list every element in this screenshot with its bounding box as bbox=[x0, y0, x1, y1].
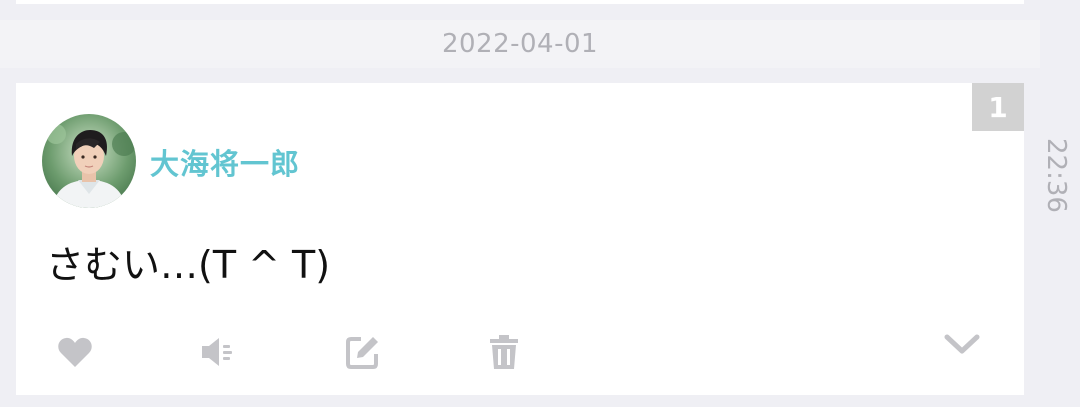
edit-icon bbox=[345, 334, 381, 374]
date-label: 2022-04-01 bbox=[441, 29, 599, 59]
delete-button[interactable] bbox=[482, 332, 526, 376]
heart-icon bbox=[57, 336, 93, 372]
like-button[interactable] bbox=[53, 332, 97, 376]
date-separator: 2022-04-01 bbox=[0, 20, 1040, 68]
chevron-down-icon bbox=[944, 333, 980, 361]
post-card[interactable]: 1 大海将一郎 さむい…(T ^ T) bbox=[16, 83, 1024, 395]
timeline-page: 2022-04-01 1 大海将一郎 さむい…(T ^ T) 22:36 bbox=[0, 0, 1080, 407]
post-text: さむい…(T ^ T) bbox=[46, 243, 331, 287]
post-number-badge: 1 bbox=[972, 83, 1024, 131]
expand-button[interactable] bbox=[940, 325, 984, 369]
previous-post-card bbox=[16, 0, 1024, 4]
speak-button[interactable] bbox=[196, 332, 240, 376]
edit-button[interactable] bbox=[341, 332, 385, 376]
avatar[interactable] bbox=[42, 114, 136, 208]
author-name[interactable]: 大海将一郎 bbox=[150, 141, 300, 183]
speaker-icon bbox=[200, 336, 236, 372]
trash-icon bbox=[488, 334, 520, 374]
post-time: 22:36 bbox=[1041, 138, 1071, 213]
